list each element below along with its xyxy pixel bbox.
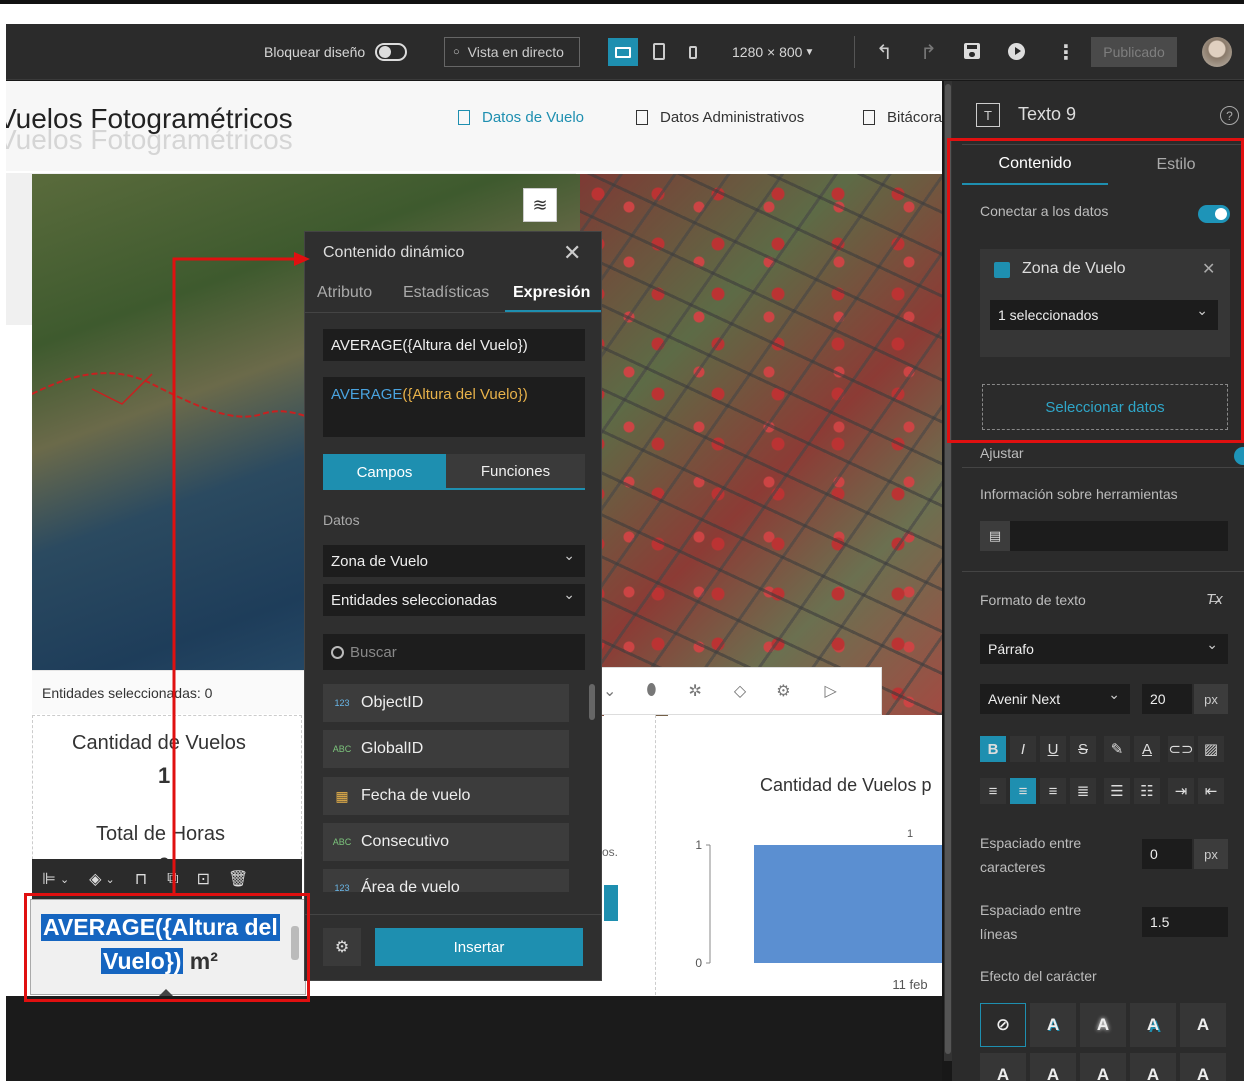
annotation-arrow <box>172 252 310 893</box>
